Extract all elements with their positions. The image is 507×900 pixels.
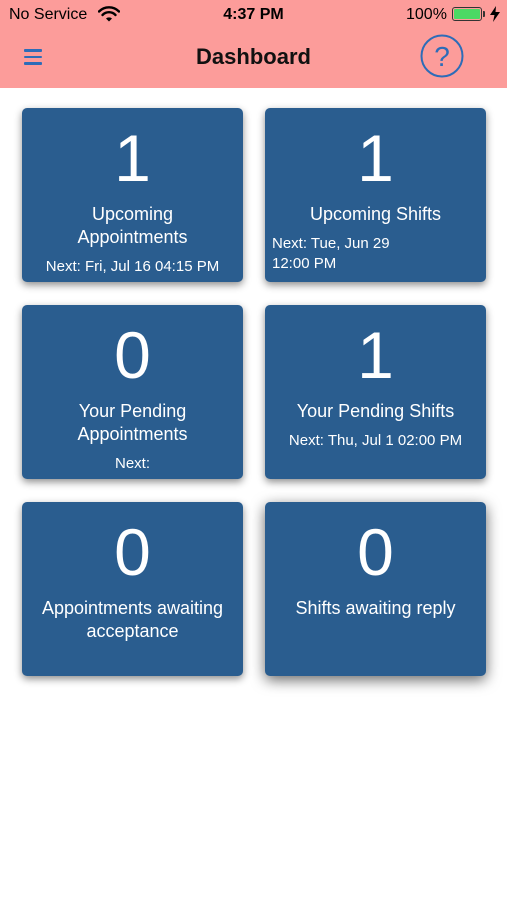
header-bar: No Service 4:37 PM 100% Dashboard ? bbox=[0, 0, 507, 88]
battery-percent: 100% bbox=[406, 6, 447, 23]
appointments-awaiting-acceptance-tile[interactable]: 0 Appointments awaiting acceptance bbox=[22, 502, 243, 676]
tile-count: 1 bbox=[357, 318, 394, 392]
pending-appointments-tile[interactable]: 0 Your Pending Appointments Next: bbox=[22, 305, 243, 479]
tile-count: 0 bbox=[114, 515, 151, 589]
battery-nub bbox=[483, 11, 485, 17]
svg-text:?: ? bbox=[434, 41, 450, 72]
battery-icon bbox=[452, 7, 482, 21]
tile-count: 1 bbox=[114, 121, 151, 195]
tile-label: Upcoming Appointments bbox=[77, 204, 188, 247]
help-icon[interactable]: ? bbox=[420, 34, 464, 78]
tile-label: Your Pending Appointments bbox=[77, 401, 188, 444]
pending-shifts-tile[interactable]: 1 Your Pending Shifts Next: Thu, Jul 1 0… bbox=[265, 305, 486, 479]
tile-label: Upcoming Shifts bbox=[309, 204, 442, 224]
tile-next: Next: Thu, Jul 1 02:00 PM bbox=[288, 432, 463, 449]
tile-next: Next: Fri, Jul 16 04:15 PM bbox=[45, 258, 220, 275]
tile-label: Shifts awaiting reply bbox=[295, 598, 456, 618]
tile-next: Next: Tue, Jun 29 12:00 PM bbox=[272, 235, 390, 272]
tile-count: 0 bbox=[114, 318, 151, 392]
tile-count: 0 bbox=[357, 515, 394, 589]
tile-next: Next: bbox=[114, 455, 150, 472]
upcoming-shifts-tile[interactable]: 1 Upcoming Shifts Next: Tue, Jun 29 12:0… bbox=[265, 108, 486, 282]
charging-bolt-icon bbox=[490, 6, 500, 22]
tile-label: Appointments awaiting acceptance bbox=[41, 598, 224, 641]
tile-label: Your Pending Shifts bbox=[296, 401, 455, 421]
shifts-awaiting-reply-tile[interactable]: 0 Shifts awaiting reply bbox=[265, 502, 486, 676]
navigation-bar: Dashboard ? bbox=[0, 30, 507, 88]
tile-count: 1 bbox=[357, 121, 394, 195]
status-bar: No Service 4:37 PM 100% bbox=[0, 0, 507, 30]
upcoming-appointments-tile[interactable]: 1 Upcoming Appointments Next: Fri, Jul 1… bbox=[22, 108, 243, 282]
battery-fill bbox=[454, 9, 480, 19]
